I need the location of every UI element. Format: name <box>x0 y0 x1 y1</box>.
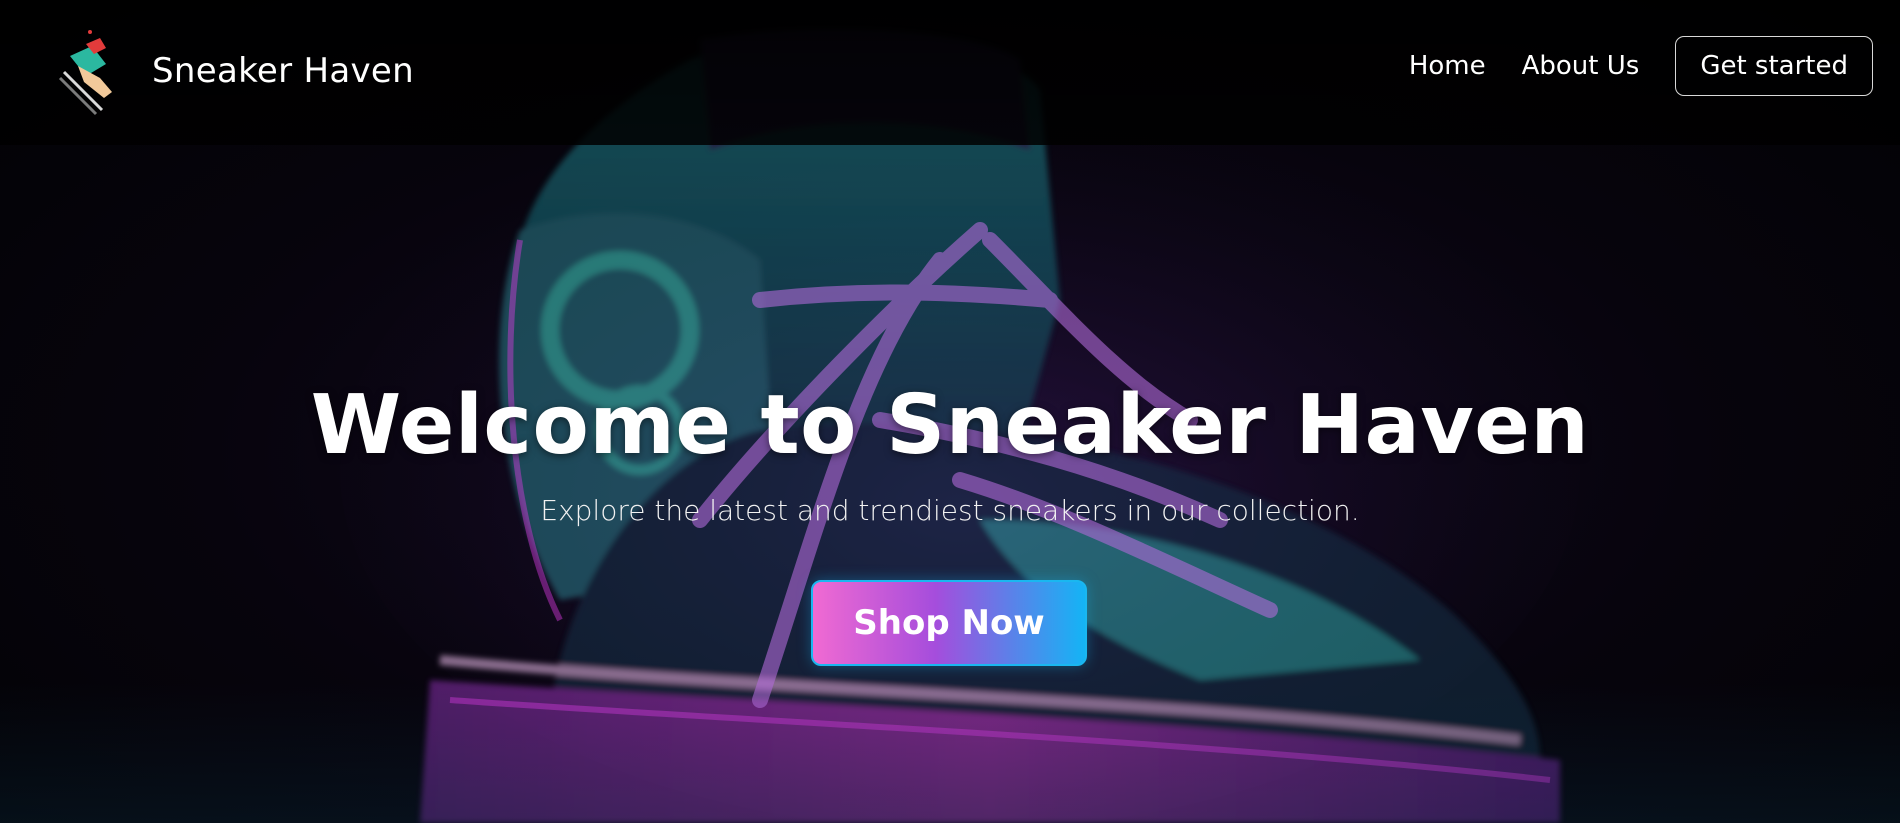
get-started-button[interactable]: Get started <box>1675 36 1873 96</box>
nav-link-home[interactable]: Home <box>1409 51 1486 81</box>
brand-name: Sneaker Haven <box>152 51 414 91</box>
hero-subtitle: Explore the latest and trendiest sneaker… <box>540 494 1360 527</box>
shop-now-button[interactable]: Shop Now <box>811 580 1087 666</box>
floor-glow <box>0 683 1900 823</box>
brand[interactable]: Sneaker Haven <box>56 26 414 116</box>
site-header: Sneaker Haven Home About Us Get started <box>0 0 1900 145</box>
hero-title: Welcome to Sneaker Haven <box>310 378 1590 473</box>
nav-link-about-us[interactable]: About Us <box>1522 51 1640 81</box>
sneaker-logo-icon <box>58 30 112 116</box>
landing-page: Sneaker Haven Home About Us Get started … <box>0 0 1900 823</box>
main-nav: Home About Us Get started <box>1409 36 1873 96</box>
